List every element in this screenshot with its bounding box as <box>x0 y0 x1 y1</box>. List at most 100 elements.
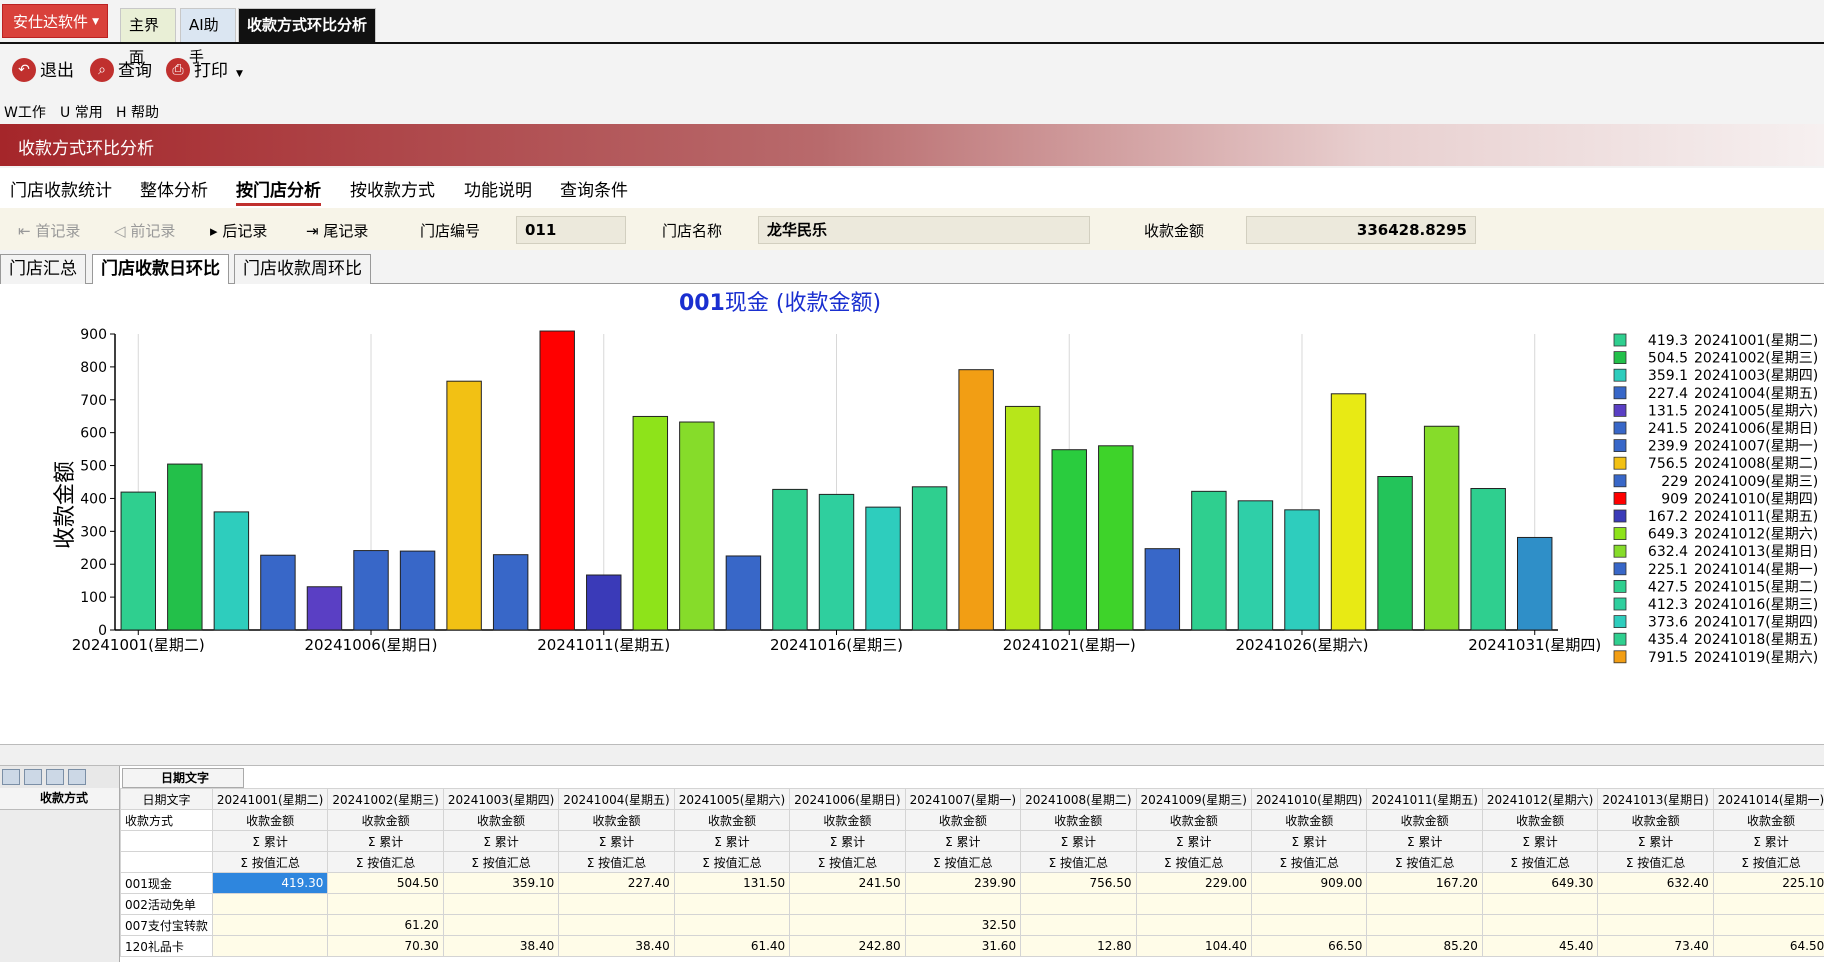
data-cell[interactable]: 31.60 <box>904 935 1022 957</box>
row-header[interactable]: 002活动免单 <box>120 893 213 915</box>
tab-weekly-comparison[interactable]: 门店收款周环比 <box>234 254 371 284</box>
user-icon[interactable] <box>2 769 20 785</box>
data-cell[interactable]: 12.80 <box>1020 935 1137 957</box>
column-header[interactable]: 20241012(星期六) <box>1481 788 1599 810</box>
column-header[interactable]: 20241009(星期三) <box>1135 788 1252 810</box>
data-cell[interactable]: 242.80 <box>789 935 906 957</box>
data-cell[interactable] <box>1597 914 1714 936</box>
column-header[interactable]: 20241002(星期三) <box>327 788 444 810</box>
data-cell[interactable] <box>442 893 560 915</box>
data-cell[interactable] <box>1250 893 1368 915</box>
data-cell[interactable]: 70.30 <box>327 935 444 957</box>
data-cell[interactable] <box>211 935 329 957</box>
data-cell[interactable]: 504.50 <box>327 872 444 894</box>
tab-by-payment-method[interactable]: 按收款方式 <box>350 176 435 206</box>
data-cell[interactable] <box>904 893 1022 915</box>
column-header[interactable]: 20241014(星期一) <box>1712 788 1824 810</box>
column-header[interactable]: 20241007(星期一) <box>904 788 1022 810</box>
exit-button[interactable]: ↶ 退出 <box>12 58 74 84</box>
data-cell[interactable]: 85.20 <box>1366 935 1483 957</box>
brand-menu-button[interactable]: 安仕达软件 ▼ <box>2 4 108 38</box>
menu-work[interactable]: W工作 <box>4 102 46 122</box>
data-cell[interactable] <box>211 914 329 936</box>
first-record-button[interactable]: ⇤ 首记录 <box>18 220 80 241</box>
column-header[interactable]: 20241011(星期五) <box>1366 788 1483 810</box>
data-cell[interactable] <box>1020 893 1137 915</box>
data-cell[interactable] <box>442 914 560 936</box>
data-cell[interactable]: 66.50 <box>1250 935 1368 957</box>
menu-help[interactable]: H 帮助 <box>116 102 159 122</box>
last-record-button[interactable]: ⇥ 尾记录 <box>306 220 368 241</box>
column-header[interactable]: 20241006(星期日) <box>789 788 906 810</box>
row-header[interactable]: 007支付宝转款 <box>120 914 213 936</box>
print-button[interactable]: ⎙ 打印 ▼ <box>166 58 243 84</box>
data-cell[interactable] <box>673 893 791 915</box>
column-header[interactable]: 20241003(星期四) <box>442 788 560 810</box>
tab-function-notes[interactable]: 功能说明 <box>464 176 532 206</box>
data-cell[interactable] <box>1135 914 1252 936</box>
tab-payment-analysis[interactable]: 收款方式环比分析 <box>238 8 376 42</box>
row-field-button[interactable]: 收款方式 <box>0 788 119 810</box>
data-cell[interactable]: 131.50 <box>673 872 791 894</box>
tab-query-conditions[interactable]: 查询条件 <box>560 176 628 206</box>
data-cell[interactable] <box>558 914 675 936</box>
data-cell[interactable]: 225.10 <box>1712 872 1824 894</box>
store-name-field[interactable]: 龙华民乐 <box>758 216 1090 244</box>
data-cell[interactable] <box>1597 893 1714 915</box>
data-cell[interactable]: 38.40 <box>558 935 675 957</box>
date-field-button[interactable]: 日期文字 <box>120 788 213 810</box>
prev-record-button[interactable]: ◁ 前记录 <box>114 220 175 241</box>
data-cell[interactable] <box>1135 893 1252 915</box>
data-cell[interactable] <box>1250 914 1368 936</box>
row-header[interactable]: 001现金 <box>120 872 213 894</box>
splitter-handle[interactable] <box>0 744 1824 766</box>
tab-by-store[interactable]: 按门店分析 <box>236 176 321 206</box>
tab-main-window[interactable]: 主界面 <box>120 8 176 66</box>
data-cell[interactable]: 359.10 <box>442 872 560 894</box>
data-cell[interactable]: 229.00 <box>1135 872 1252 894</box>
menu-common[interactable]: U 常用 <box>60 102 103 122</box>
data-cell[interactable]: 61.20 <box>327 914 444 936</box>
column-header[interactable]: 20241001(星期二) <box>211 788 329 810</box>
amount-field[interactable]: 336428.8295 <box>1246 216 1476 244</box>
data-cell[interactable] <box>1366 893 1483 915</box>
row-header[interactable]: 120礼品卡 <box>120 935 213 957</box>
query-button[interactable]: ⌕ 查询 <box>90 58 152 84</box>
data-cell[interactable] <box>211 893 329 915</box>
data-cell[interactable]: 909.00 <box>1250 872 1368 894</box>
data-cell[interactable] <box>1481 893 1599 915</box>
data-cell[interactable] <box>673 914 791 936</box>
table-icon[interactable] <box>24 769 42 785</box>
column-header[interactable]: 20241005(星期六) <box>673 788 791 810</box>
data-cell[interactable]: 104.40 <box>1135 935 1252 957</box>
data-cell[interactable]: 419.30 <box>211 872 329 894</box>
tab-store-summary[interactable]: 门店汇总 <box>0 254 86 284</box>
data-cell[interactable]: 756.50 <box>1020 872 1137 894</box>
store-code-field[interactable]: 011 <box>516 216 626 244</box>
data-cell[interactable] <box>1020 914 1137 936</box>
data-cell[interactable] <box>789 914 906 936</box>
data-cell[interactable] <box>1712 893 1824 915</box>
data-cell[interactable] <box>789 893 906 915</box>
export-icon[interactable] <box>68 769 86 785</box>
data-cell[interactable] <box>1712 914 1824 936</box>
data-cell[interactable]: 61.40 <box>673 935 791 957</box>
tab-daily-comparison[interactable]: 门店收款日环比 <box>92 254 229 285</box>
column-header[interactable]: 20241013(星期日) <box>1597 788 1714 810</box>
column-header[interactable]: 20241010(星期四) <box>1250 788 1368 810</box>
data-cell[interactable]: 38.40 <box>442 935 560 957</box>
next-record-button[interactable]: ▸ 后记录 <box>210 220 267 241</box>
data-cell[interactable]: 632.40 <box>1597 872 1714 894</box>
data-cell[interactable]: 241.50 <box>789 872 906 894</box>
data-cell[interactable]: 45.40 <box>1481 935 1599 957</box>
payment-method-field[interactable]: 收款方式 <box>120 809 213 831</box>
filter-icon[interactable] <box>46 769 64 785</box>
data-cell[interactable] <box>558 893 675 915</box>
column-field-button[interactable]: 日期文字 <box>122 768 244 788</box>
data-cell[interactable] <box>1366 914 1483 936</box>
tab-ai-assistant[interactable]: AI助手 <box>180 8 236 66</box>
data-cell[interactable]: 64.50 <box>1712 935 1824 957</box>
data-cell[interactable]: 167.20 <box>1366 872 1483 894</box>
data-cell[interactable]: 239.90 <box>904 872 1022 894</box>
data-cell[interactable]: 32.50 <box>904 914 1022 936</box>
